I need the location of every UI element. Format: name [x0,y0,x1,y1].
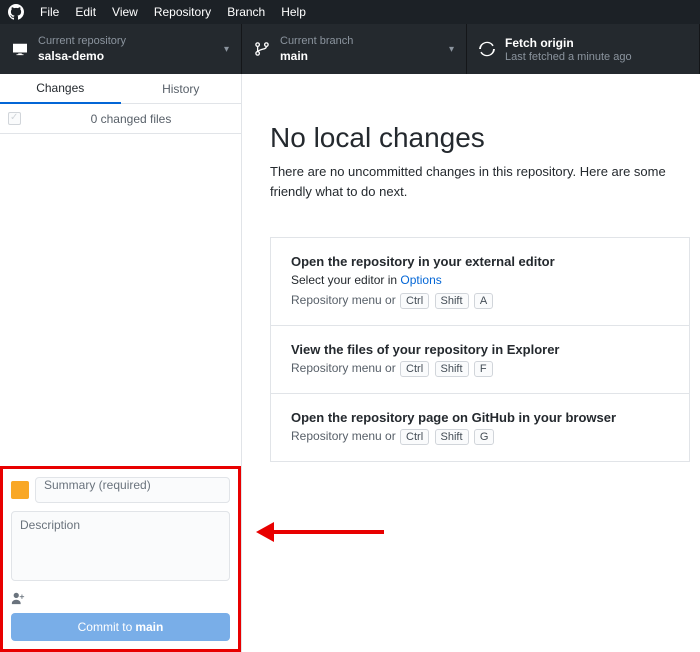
commit-button[interactable]: Commit to main [11,613,230,641]
commit-button-branch: main [135,620,163,634]
page-subtitle: There are no uncommitted changes in this… [270,162,690,201]
current-branch-dropdown[interactable]: Current branch main ▾ [242,24,467,74]
sync-icon [479,41,495,57]
menu-file[interactable]: File [40,5,59,19]
kbd: A [474,293,493,309]
kbd: Shift [435,361,469,377]
add-coauthor-button[interactable] [11,589,230,605]
menu-help[interactable]: Help [281,5,306,19]
branch-label: Current branch [280,34,353,48]
card-sub: Select your editor in Options [291,273,669,287]
menu-bar: File Edit View Repository Branch Help [0,0,700,24]
menu-view[interactable]: View [112,5,138,19]
summary-input[interactable]: Summary (required) [35,477,230,503]
file-list [0,134,241,466]
kbd: Shift [435,293,469,309]
changed-files-count: 0 changed files [29,112,233,126]
kbd: F [474,361,493,377]
main-panel: No local changes There are no uncommitte… [242,74,700,652]
tab-changes[interactable]: Changes [0,74,121,104]
fetch-subtitle: Last fetched a minute ago [505,51,632,63]
card-shortcut: Repository menu or Ctrl Shift A [291,293,669,309]
menu-repository[interactable]: Repository [154,5,211,19]
kbd: Ctrl [400,293,429,309]
chevron-down-icon: ▾ [224,44,229,55]
arrow-head-icon [256,522,274,542]
desktop-icon [12,41,28,57]
suggestion-card: View the files of your repository in Exp… [270,325,690,393]
kbd: Ctrl [400,429,429,445]
chevron-down-icon: ▾ [449,44,454,55]
branch-name: main [280,48,353,64]
sidebar: Changes History 0 changed files Summary … [0,74,242,652]
repo-name: salsa-demo [38,48,126,64]
sidebar-tabs: Changes History [0,74,241,104]
page-heading: No local changes [270,122,700,154]
card-title: Open the repository in your external edi… [291,254,669,269]
card-title: View the files of your repository in Exp… [291,342,669,357]
kbd: Shift [435,429,469,445]
fetch-title: Fetch origin [505,35,632,51]
repo-label: Current repository [38,34,126,48]
card-shortcut: Repository menu or Ctrl Shift G [291,429,669,445]
menu-branch[interactable]: Branch [227,5,265,19]
avatar [11,481,29,499]
menu-edit[interactable]: Edit [75,5,96,19]
annotation-arrow [256,522,384,542]
tab-history[interactable]: History [121,74,242,103]
description-input[interactable]: Description [11,511,230,581]
commit-button-prefix: Commit to [78,620,133,634]
arrow-line [274,530,384,534]
toolbar: Current repository salsa-demo ▾ Current … [0,24,700,74]
current-repository-dropdown[interactable]: Current repository salsa-demo ▾ [0,24,242,74]
options-link[interactable]: Options [400,273,441,287]
changed-files-header: 0 changed files [0,104,241,134]
git-branch-icon [254,41,270,57]
card-shortcut: Repository menu or Ctrl Shift F [291,361,669,377]
commit-panel: Summary (required) Description Commit to… [0,466,241,652]
card-title: Open the repository page on GitHub in yo… [291,410,669,425]
select-all-checkbox[interactable] [8,112,21,125]
suggestion-card: Open the repository in your external edi… [270,237,690,325]
kbd: G [474,429,495,445]
suggestion-card: Open the repository page on GitHub in yo… [270,393,690,462]
fetch-origin-button[interactable]: Fetch origin Last fetched a minute ago [467,24,700,74]
github-logo-icon [8,4,24,20]
kbd: Ctrl [400,361,429,377]
